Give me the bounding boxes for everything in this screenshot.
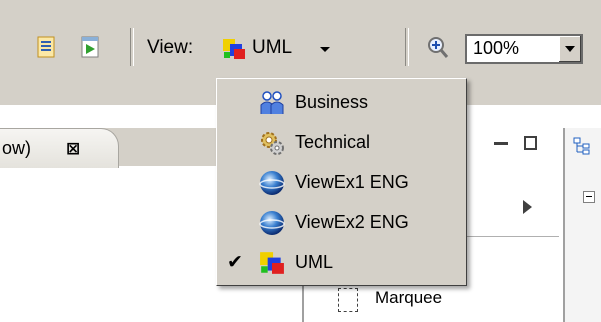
- toolbar-separator: [405, 28, 409, 66]
- menu-item-label: UML: [295, 252, 334, 272]
- uml-icon[interactable]: [222, 38, 246, 60]
- tree-collapse-icon[interactable]: [583, 191, 595, 203]
- view-label: View:: [147, 37, 194, 58]
- close-icon[interactable]: ⊠: [66, 139, 80, 159]
- menu-item-uml[interactable]: ✔ UML: [217, 243, 466, 283]
- menu-item-business[interactable]: Business: [217, 83, 466, 123]
- outline-view: [563, 128, 601, 322]
- zoom-combobox[interactable]: 100%: [465, 34, 583, 64]
- expand-palette-icon[interactable]: [523, 200, 532, 214]
- zoom-in-icon[interactable]: [427, 36, 449, 60]
- menu-item-label: Business: [295, 92, 369, 112]
- palette-item-marquee[interactable]: Marquee: [375, 288, 442, 308]
- toolbar-separator: [130, 28, 134, 66]
- view-dropdown-menu: Business Technical ViewEx1 ENG ViewEx2 E…: [216, 78, 467, 286]
- menu-item-viewex2-eng[interactable]: ViewEx2 ENG: [217, 203, 466, 243]
- minimize-icon[interactable]: [494, 142, 508, 145]
- gears-icon: [261, 132, 284, 155]
- editor-tab[interactable]: ow) ⊠: [0, 128, 119, 169]
- outline-icon[interactable]: [573, 137, 591, 155]
- chevron-down-icon[interactable]: [320, 47, 330, 52]
- report-icon[interactable]: [36, 36, 56, 58]
- menu-item-label: ViewEx2 ENG: [295, 212, 409, 232]
- maximize-icon[interactable]: [524, 136, 537, 150]
- menu-item-label: ViewEx1 ENG: [295, 172, 409, 192]
- uml-icon: [260, 252, 284, 274]
- sphere-icon: [259, 211, 285, 235]
- menu-item-technical[interactable]: Technical: [217, 123, 466, 163]
- checkmark-icon: ✔: [227, 252, 243, 273]
- menu-item-viewex1-eng[interactable]: ViewEx1 ENG: [217, 163, 466, 203]
- current-view-label[interactable]: UML: [252, 37, 292, 59]
- sphere-icon: [259, 171, 285, 195]
- business-people-icon: [260, 91, 284, 114]
- editor-tab-label: ow): [2, 138, 32, 158]
- zoom-value[interactable]: 100%: [473, 38, 519, 59]
- marquee-icon[interactable]: [338, 288, 358, 312]
- menu-item-label: Technical: [295, 132, 371, 152]
- zoom-dropdown-button[interactable]: [558, 36, 581, 62]
- run-icon[interactable]: [80, 36, 100, 58]
